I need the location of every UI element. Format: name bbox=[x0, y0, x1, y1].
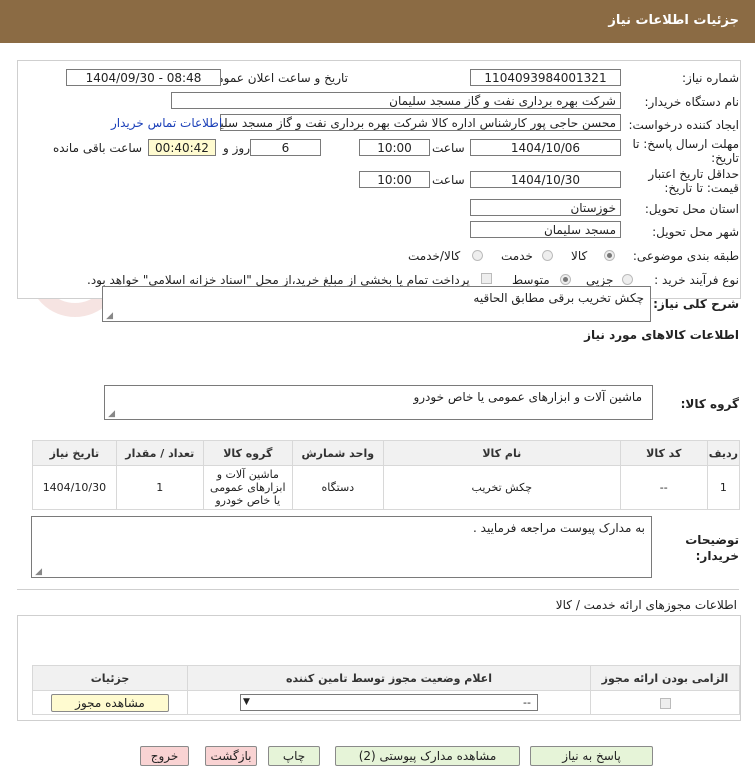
category-service-radio[interactable] bbox=[542, 250, 553, 261]
view-permit-button[interactable]: مشاهده مجوز bbox=[51, 693, 169, 712]
category-label: طبقه بندی موضوعی: bbox=[632, 249, 739, 263]
resize-grip-icon[interactable]: ◢ bbox=[105, 312, 113, 321]
cell-name: چکش تخریب bbox=[382, 465, 621, 510]
permit-status-value: -- bbox=[523, 696, 531, 709]
reply-date-field: 1404/10/06 bbox=[470, 139, 621, 156]
validity-label: حداقل تاریخ اعتبار bbox=[648, 167, 739, 181]
validity-date-field: 1404/10/30 bbox=[470, 171, 621, 188]
reply-deadline-label-2: تاریخ: bbox=[711, 151, 739, 165]
permits-table-header: الزامی بودن ارائه مجوز اعلام وضعیت مجوز … bbox=[32, 665, 740, 691]
category-goods-radio[interactable] bbox=[604, 250, 615, 261]
validity-time-field: 10:00 bbox=[359, 171, 430, 188]
cell-group: ماشین آلات و ابزارهای عمومی یا خاص خودرو bbox=[202, 465, 293, 510]
items-table-header: ردیف کد کالا نام کالا واحد شمارش گروه کا… bbox=[32, 440, 741, 466]
city-field: مسجد سلیمان bbox=[470, 221, 621, 238]
announce-datetime-label: تاریخ و ساعت اعلان عمومی: bbox=[203, 71, 348, 85]
permits-title: اطلاعات مجوزهای ارائه خدمت / کالا bbox=[555, 598, 737, 612]
requester-field: محسن حاجی پور کارشناس اداره کالا شرکت به… bbox=[220, 114, 621, 131]
exit-button[interactable]: خروج bbox=[140, 746, 189, 766]
buyer-org-label: نام دستگاه خریدار: bbox=[644, 95, 740, 109]
category-goods-service-label: کالا/خدمت bbox=[408, 249, 461, 263]
goods-group-text: ماشین آلات و ابزارهای عمومی یا خاص خودرو bbox=[413, 390, 642, 404]
col-row: ردیف bbox=[706, 440, 741, 466]
process-minor-label: جزیی bbox=[586, 273, 614, 287]
permits-table: الزامی بودن ارائه مجوز اعلام وضعیت مجوز … bbox=[32, 665, 740, 715]
col-need-date: تاریخ نیاز bbox=[32, 440, 117, 466]
treasury-payment-note: پرداخت تمام یا بخشی از مبلغ خرید،از محل … bbox=[87, 273, 470, 287]
summary-textarea[interactable]: چکش تخریب برقی مطابق الحاقیه ◢ bbox=[102, 286, 651, 322]
reply-to-need-button[interactable]: پاسخ به نیاز bbox=[530, 746, 653, 766]
need-number-field: 1104093984001321 bbox=[470, 69, 621, 86]
buyer-contact-link[interactable]: اطلاعات تماس خریدار bbox=[111, 116, 222, 130]
col-permit-status: اعلام وضعیت مجوز توسط تامین کننده bbox=[187, 665, 591, 691]
col-quantity: تعداد / مقدار bbox=[115, 440, 204, 466]
items-table: ردیف کد کالا نام کالا واحد شمارش گروه کا… bbox=[32, 440, 741, 510]
reply-time-label: ساعت bbox=[432, 141, 465, 155]
buyer-notes-label: توضیحات bbox=[685, 533, 739, 547]
permit-required-checkbox[interactable] bbox=[659, 697, 671, 709]
cell-quantity: 1 bbox=[115, 465, 204, 510]
buyer-notes-label-2: خریدار: bbox=[695, 549, 739, 563]
reply-deadline-label: مهلت ارسال پاسخ: تا bbox=[632, 137, 739, 151]
requester-label: ایجاد کننده درخواست: bbox=[628, 118, 739, 132]
process-minor-radio[interactable] bbox=[622, 274, 633, 285]
buyer-notes-textarea[interactable]: به مدارک پیوست مراجعه فرمایید . ◢ bbox=[31, 516, 652, 578]
section-divider bbox=[17, 589, 739, 590]
cell-permit-status: -- ▼ bbox=[187, 690, 591, 715]
permit-status-select[interactable]: -- ▼ bbox=[240, 694, 538, 711]
treasury-payment-checkbox[interactable] bbox=[481, 273, 492, 284]
cell-permit-required bbox=[590, 690, 740, 715]
table-row: -- ▼ مشاهده مجوز bbox=[32, 690, 740, 715]
buyer-org-field: شرکت بهره برداری نفت و گاز مسجد سلیمان bbox=[171, 92, 621, 109]
days-remaining-field: 6 bbox=[250, 139, 321, 156]
province-label: استان محل تحویل: bbox=[644, 202, 739, 216]
announce-datetime-field: 1404/09/30 - 08:48 bbox=[66, 69, 221, 86]
col-code: کد کالا bbox=[619, 440, 708, 466]
category-goods-label: کالا bbox=[571, 249, 588, 263]
print-button[interactable]: چاپ bbox=[268, 746, 320, 766]
back-button[interactable]: بازگشت bbox=[205, 746, 257, 766]
process-medium-label: متوسط bbox=[512, 273, 550, 287]
process-medium-radio[interactable] bbox=[560, 274, 571, 285]
col-name: نام کالا bbox=[382, 440, 621, 466]
days-label: روز و bbox=[223, 141, 250, 155]
goods-group-label: گروه کالا: bbox=[680, 397, 739, 411]
goods-info-title: اطلاعات کالاهای مورد نیاز bbox=[584, 328, 739, 342]
province-field: خوزستان bbox=[470, 199, 621, 216]
resize-grip-icon[interactable]: ◢ bbox=[107, 410, 115, 419]
category-goods-service-radio[interactable] bbox=[472, 250, 483, 261]
view-attachments-button[interactable]: مشاهده مدارک پیوستی (2) bbox=[335, 746, 520, 766]
col-group: گروه کالا bbox=[202, 440, 293, 466]
col-permit-required: الزامی بودن ارائه مجوز bbox=[590, 665, 740, 691]
cell-unit: دستگاه bbox=[291, 465, 384, 510]
summary-text: چکش تخریب برقی مطابق الحاقیه bbox=[473, 291, 644, 305]
cell-need-date: 1404/10/30 bbox=[32, 465, 117, 510]
need-number-label: شماره نیاز: bbox=[682, 71, 739, 85]
validity-label-2: قیمت: تا تاریخ: bbox=[664, 181, 739, 195]
category-service-label: خدمت bbox=[501, 249, 533, 263]
cell-code: -- bbox=[619, 465, 708, 510]
goods-group-textarea[interactable]: ماشین آلات و ابزارهای عمومی یا خاص خودرو… bbox=[104, 385, 653, 420]
process-type-label: نوع فرآیند خرید : bbox=[654, 273, 739, 287]
time-remaining-field: 00:40:42 bbox=[148, 139, 216, 156]
city-label: شهر محل تحویل: bbox=[652, 225, 739, 239]
summary-label: شرح کلی نیاز: bbox=[653, 297, 739, 311]
reply-time-field: 10:00 bbox=[359, 139, 430, 156]
cell-row: 1 bbox=[706, 465, 741, 510]
table-row: 1 -- چکش تخریب دستگاه ماشین آلات و ابزار… bbox=[32, 465, 741, 510]
chevron-down-icon: ▼ bbox=[243, 697, 250, 707]
time-remaining-label: ساعت باقی مانده bbox=[53, 141, 143, 155]
validity-time-label: ساعت bbox=[432, 173, 465, 187]
resize-grip-icon[interactable]: ◢ bbox=[34, 568, 42, 577]
col-permit-details: جزئیات bbox=[32, 665, 188, 691]
buyer-notes-text: به مدارک پیوست مراجعه فرمایید . bbox=[473, 521, 645, 535]
cell-permit-details: مشاهده مجوز bbox=[32, 690, 188, 715]
page-title: جزئیات اطلاعات نیاز bbox=[608, 13, 739, 28]
col-unit: واحد شمارش bbox=[291, 440, 384, 466]
